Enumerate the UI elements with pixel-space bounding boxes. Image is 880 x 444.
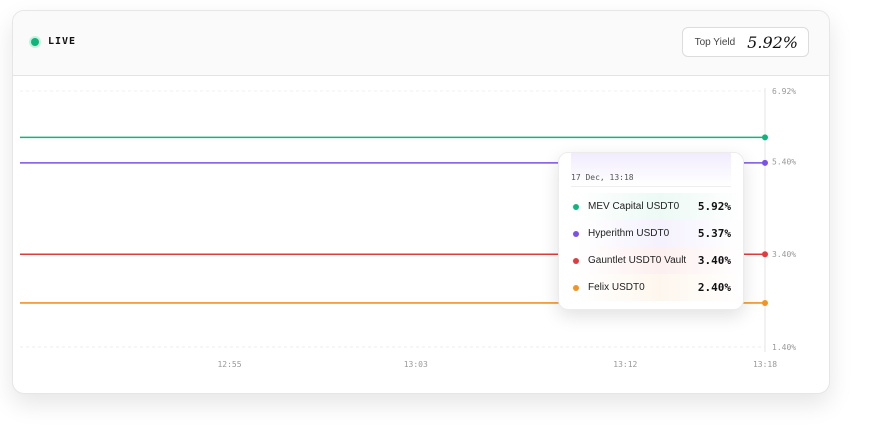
series-point (762, 134, 768, 141)
tooltip-row: Felix USDT0 2.40% (559, 274, 743, 301)
tooltip-series-name: Gauntlet USDT0 Vault (588, 255, 687, 266)
y-tick-label: 3.40% (772, 250, 796, 259)
yield-line-chart[interactable]: 6.92% 5.40% 3.40% 1.40% 12:55 13:03 13:12 13:18 (0, 0, 880, 444)
tooltip-series-value: 2.40% (697, 281, 731, 294)
series-point (762, 251, 768, 258)
y-tick-label: 5.40% (772, 157, 796, 166)
series-dot-icon (573, 203, 579, 210)
tooltip-series-value: 5.92% (697, 200, 731, 213)
tooltip-series-name: Hyperithm USDT0 (588, 228, 670, 239)
series-point (762, 299, 768, 306)
series-point (762, 159, 768, 166)
chart-tooltip: 17 Dec, 13:18 MEV Capital USDT0 5.92% Hy… (558, 152, 744, 310)
y-tick-label: 1.40% (772, 343, 796, 352)
tooltip-series-name: MEV Capital USDT0 (588, 201, 680, 212)
y-tick-label: 6.92% (772, 87, 796, 96)
tooltip-date: 17 Dec, 13:18 (571, 173, 634, 182)
tooltip-series-value: 5.37% (697, 227, 731, 240)
x-tick-label: 13:03 (404, 360, 428, 369)
tooltip-row: Hyperithm USDT0 5.37% (559, 220, 743, 247)
tooltip-series-value: 3.40% (697, 254, 731, 267)
series-dot-icon (573, 230, 579, 237)
tooltip-row: Gauntlet USDT0 Vault 3.40% (559, 247, 743, 274)
tooltip-row: MEV Capital USDT0 5.92% (559, 193, 743, 220)
tooltip-header: 17 Dec, 13:18 (571, 153, 731, 187)
tooltip-series-name: Felix USDT0 (588, 282, 645, 293)
series-dot-icon (573, 284, 579, 291)
x-tick-label: 12:55 (217, 360, 241, 369)
series-dot-icon (573, 257, 579, 264)
x-tick-label: 13:18 (753, 360, 777, 369)
tooltip-rows: MEV Capital USDT0 5.92% Hyperithm USDT0 … (559, 187, 743, 301)
x-tick-label: 13:12 (613, 360, 637, 369)
